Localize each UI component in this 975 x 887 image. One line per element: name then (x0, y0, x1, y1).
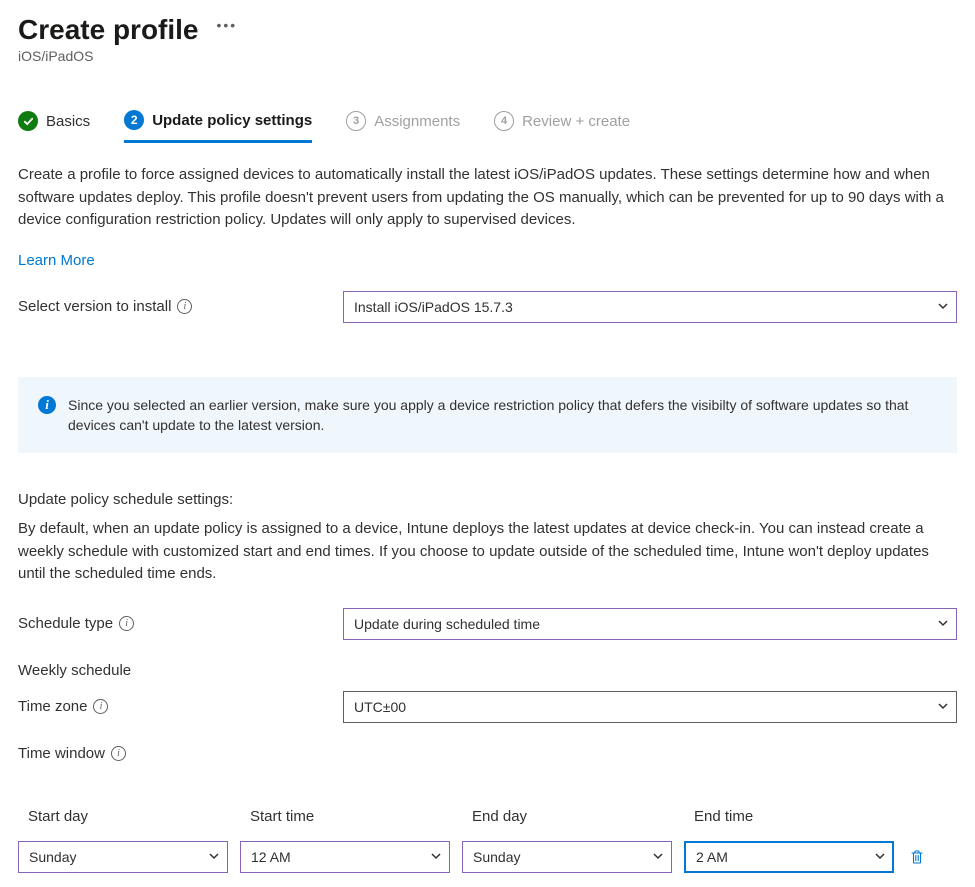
time-window-label: Time window i (18, 745, 343, 762)
col-end-time: End time (684, 808, 894, 825)
time-window-header: Start day Start time End day End time (18, 808, 928, 825)
step-assignments[interactable]: 3 Assignments (346, 111, 460, 141)
step-review-create[interactable]: 4 Review + create (494, 111, 630, 141)
schedule-settings-description: By default, when an update policy is ass… (18, 518, 957, 586)
page-subtitle: iOS/iPadOS (18, 48, 957, 64)
end-time-select[interactable]: 2 AM (684, 841, 894, 873)
start-time-select[interactable]: 12 AM (240, 841, 450, 873)
step-number-icon: 4 (494, 111, 514, 131)
info-icon[interactable]: i (111, 746, 126, 761)
info-icon[interactable]: i (119, 616, 134, 631)
policy-description: Create a profile to force assigned devic… (18, 164, 957, 232)
step-number-icon: 2 (124, 110, 144, 130)
label-text: Time zone (18, 698, 87, 715)
version-label: Select version to install i (18, 298, 343, 315)
label-text: Select version to install (18, 298, 171, 315)
col-start-day: Start day (18, 808, 228, 825)
schedule-type-select[interactable]: Update during scheduled time (343, 608, 957, 640)
weekly-schedule-heading: Weekly schedule (18, 662, 957, 679)
wizard-stepper: Basics 2 Update policy settings 3 Assign… (18, 110, 957, 142)
step-label: Basics (46, 113, 90, 130)
schedule-type-label: Schedule type i (18, 615, 343, 632)
label-text: Schedule type (18, 615, 113, 632)
infobox-message: Since you selected an earlier version, m… (68, 395, 937, 436)
version-select[interactable]: Install iOS/iPadOS 15.7.3 (343, 291, 957, 323)
step-number-icon: 3 (346, 111, 366, 131)
step-label: Assignments (374, 113, 460, 130)
col-end-day: End day (462, 808, 672, 825)
time-window-row: Sunday 12 AM Sunday 2 AM (18, 841, 928, 873)
version-warning-infobox: i Since you selected an earlier version,… (18, 377, 957, 454)
timezone-label: Time zone i (18, 698, 343, 715)
trash-icon (909, 849, 925, 865)
checkmark-icon (18, 111, 38, 131)
info-icon[interactable]: i (177, 299, 192, 314)
col-start-time: Start time (240, 808, 450, 825)
step-label: Review + create (522, 113, 630, 130)
step-update-policy-settings[interactable]: 2 Update policy settings (124, 110, 312, 143)
step-basics[interactable]: Basics (18, 111, 90, 141)
start-day-select[interactable]: Sunday (18, 841, 228, 873)
learn-more-link[interactable]: Learn More (18, 252, 95, 269)
delete-row-button[interactable] (906, 841, 928, 873)
end-day-select[interactable]: Sunday (462, 841, 672, 873)
more-actions-icon[interactable]: ••• (217, 17, 238, 33)
timezone-select[interactable]: UTC±00 (343, 691, 957, 723)
step-label: Update policy settings (152, 112, 312, 129)
page-title: Create profile (18, 14, 199, 46)
info-icon: i (38, 396, 56, 414)
info-icon[interactable]: i (93, 699, 108, 714)
label-text: Time window (18, 745, 105, 762)
schedule-settings-heading: Update policy schedule settings: (18, 491, 957, 508)
